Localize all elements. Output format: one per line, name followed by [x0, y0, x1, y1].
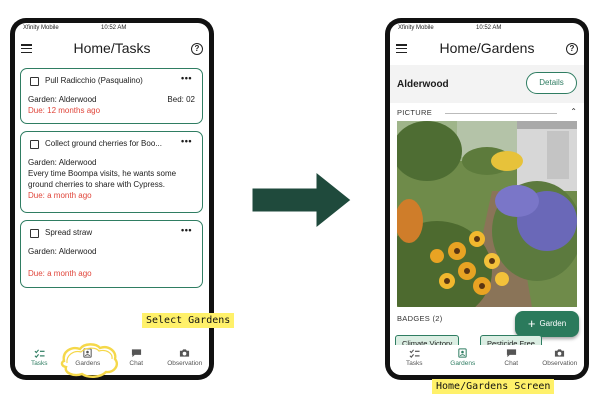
more-icon[interactable]: •••	[181, 136, 192, 146]
task-garden: Garden: Alderwood	[28, 95, 97, 104]
task-checkbox[interactable]	[30, 140, 39, 149]
status-bar: Xfinity Mobile 10:52 AM	[15, 23, 209, 34]
more-icon[interactable]: •••	[181, 73, 192, 83]
help-icon[interactable]: ?	[566, 43, 578, 55]
nav-label: Chat	[504, 360, 519, 367]
task-garden: Garden: Alderwood	[28, 158, 97, 167]
task-due: Due: 12 months ago	[28, 106, 101, 115]
nav-label: Observation	[542, 360, 578, 367]
task-card[interactable]: Pull Radicchio (Pasqualino) ••• Garden: …	[20, 68, 203, 124]
add-garden-button[interactable]: + Garden	[515, 311, 579, 337]
select-gardens-label: Select Gardens	[142, 313, 235, 328]
garden-header: Alderwood Details	[390, 65, 584, 103]
top-bar: Home/Gardens ?	[390, 34, 584, 64]
task-bed: Bed: 02	[167, 95, 195, 104]
camera-icon	[555, 349, 565, 357]
nav-label: Tasks	[30, 360, 48, 367]
task-checkbox[interactable]	[30, 77, 39, 86]
nav-label: Gardens	[450, 360, 476, 367]
more-icon[interactable]: •••	[181, 225, 192, 235]
badges-label: BADGES	[397, 314, 431, 323]
gardens-icon	[458, 348, 467, 358]
task-note: Every time Boompa visits, he wants some …	[28, 169, 177, 189]
garden-photo	[397, 121, 577, 307]
badges-count: (2)	[432, 314, 443, 323]
picture-label: PICTURE	[397, 108, 433, 117]
task-checkbox[interactable]	[30, 229, 39, 238]
task-title: Pull Radicchio (Pasqualino)	[45, 76, 143, 85]
gardens-screen: Xfinity Mobile 10:52 AM Home/Gardens ? A…	[390, 23, 584, 375]
task-title: Spread straw	[45, 228, 93, 237]
nav-observation[interactable]: Observation	[536, 345, 585, 375]
page-title: Home/Tasks	[73, 40, 151, 56]
nav-tasks[interactable]: Tasks	[390, 345, 439, 375]
divider	[445, 113, 557, 114]
garden-name: Alderwood	[397, 79, 449, 90]
chat-icon	[131, 349, 141, 358]
page-title: Home/Gardens	[439, 40, 535, 56]
status-time: 10:52 AM	[476, 25, 502, 31]
arrow-right-icon	[251, 170, 352, 230]
nav-label: Tasks	[405, 360, 423, 367]
task-title: Collect ground cherries for Boo...	[45, 139, 162, 148]
plus-icon: +	[527, 316, 536, 331]
bottom-nav: Tasks Gardens Chat Observation	[390, 345, 584, 375]
nav-tasks[interactable]: Tasks	[15, 345, 64, 375]
carrier-text: Xfinity Mobile	[23, 25, 59, 31]
nav-observation[interactable]: Observation	[161, 345, 210, 375]
chat-icon	[506, 349, 516, 358]
phone-gardens: Xfinity Mobile 10:52 AM Home/Gardens ? A…	[385, 18, 589, 380]
carrier-text: Xfinity Mobile	[398, 25, 434, 31]
tasks-icon	[34, 349, 45, 358]
fab-label: Garden	[539, 319, 567, 328]
help-icon[interactable]: ?	[191, 43, 203, 55]
task-card[interactable]: Collect ground cherries for Boo... ••• G…	[20, 131, 203, 213]
task-due: Due: a month ago	[28, 269, 92, 278]
task-due: Due: a month ago	[28, 191, 92, 200]
nav-gardens[interactable]: Gardens	[439, 345, 488, 375]
tasks-icon	[409, 349, 420, 358]
gardens-highlight-scribble	[60, 343, 119, 378]
status-bar: Xfinity Mobile 10:52 AM	[390, 23, 584, 34]
top-bar: Home/Tasks ?	[15, 34, 209, 64]
gardens-screen-label: Home/Gardens Screen	[432, 379, 555, 394]
camera-icon	[180, 349, 190, 357]
picture-section-header[interactable]: PICTURE ⌃	[397, 107, 577, 119]
nav-label: Observation	[167, 360, 203, 367]
nav-label: Chat	[129, 360, 144, 367]
status-time: 10:52 AM	[101, 25, 127, 31]
nav-chat[interactable]: Chat	[487, 345, 536, 375]
task-card[interactable]: Spread straw ••• Garden: Alderwood Due: …	[20, 220, 203, 288]
task-garden: Garden: Alderwood	[28, 247, 97, 256]
chevron-up-icon[interactable]: ⌃	[570, 107, 577, 116]
details-button[interactable]: Details	[526, 72, 577, 94]
